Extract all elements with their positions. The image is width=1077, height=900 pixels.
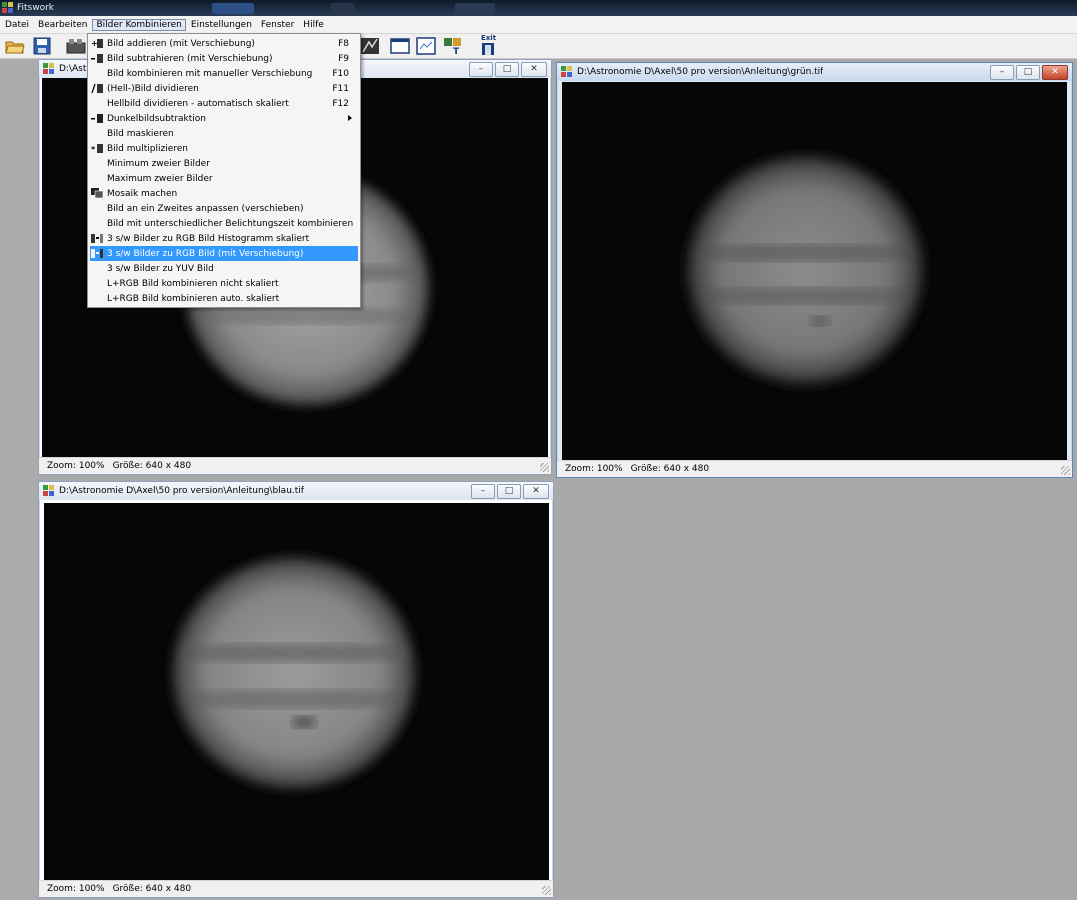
resize-grip-icon[interactable] [1061,466,1070,475]
menu-bar: Datei Bearbeiten Bilder Kombinieren Eins… [0,16,1077,34]
zoom-status: Zoom: 100% [565,464,623,474]
menu-item-dunkelbildsubtraktion[interactable]: Dunkelbildsubtraktion [90,111,358,126]
menu-item-bild-anpassen[interactable]: Bild an ein Zweites anpassen (verschiebe… [90,201,358,216]
resize-grip-icon[interactable] [542,886,551,895]
open-folder-icon[interactable] [5,37,25,55]
restore-button[interactable]: □ [495,62,519,77]
dark-frame-icon [91,114,103,123]
restore-button[interactable]: □ [1016,65,1040,80]
image-window-icon [43,63,54,74]
subtract-image-icon [91,54,103,63]
add-image-icon: + [91,39,103,48]
menu-item-lrgb-auto-skaliert[interactable]: L+RGB Bild kombinieren auto. skaliert [90,291,358,306]
menu-item-bild-multiplizieren[interactable]: * Bild multiplizieren [90,141,358,156]
camera-icon[interactable] [66,37,86,55]
menu-item-hellbild-dividieren[interactable]: Hellbild dividieren - automatisch skalie… [90,96,358,111]
app-title: Fitswork [17,3,55,13]
close-icon: ✕ [532,486,540,496]
close-button[interactable]: ✕ [521,62,547,77]
window-status-bar: Zoom: 100% Größe: 640 x 480 [39,457,551,474]
image-window-icon [43,485,54,496]
minimize-icon: – [999,67,1005,77]
restore-icon: □ [502,64,512,74]
image-window-icon[interactable] [416,37,436,55]
menu-item-bild-maskieren[interactable]: Bild maskieren [90,126,358,141]
size-status: Größe: 640 x 480 [112,884,192,894]
save-disk-icon[interactable] [32,37,52,55]
size-status: Größe: 640 x 480 [630,464,710,474]
menu-bilder-kombinieren[interactable]: Bilder Kombinieren [92,18,186,31]
window-title: D:\Astronomie D\Axel\50 pro version\Anle… [59,486,304,496]
menu-item-rgb-histogramm[interactable]: 3 s/w Bilder zu RGB Bild Histogramm skal… [90,231,358,246]
menu-item-mosaik[interactable]: Mosaik machen [90,186,358,201]
menu-fenster[interactable]: Fenster [257,19,298,31]
menu-datei[interactable]: Datei [1,19,33,31]
close-button[interactable]: ✕ [523,484,549,499]
menu-item-bild-kombinieren-manuell[interactable]: Bild kombinieren mit manueller Verschieb… [90,66,358,81]
restore-icon: □ [1023,67,1033,77]
exit-label: Exit [481,34,497,42]
window-title: D:\Astronomie D\Axel\50 pro version\Anle… [577,67,824,77]
workspace-left-strip [0,59,38,900]
image-window-green[interactable]: D:\Astronomie D\Axel\50 pro version\Anle… [556,62,1073,478]
mosaic-icon [91,188,104,199]
app-title-bar[interactable]: Fitswork [0,0,1077,16]
submenu-arrow-icon [348,115,352,121]
menu-item-bild-addieren[interactable]: + Bild addieren (mit Verschiebung) F8 [90,36,358,51]
window-view-icon[interactable] [390,37,410,55]
fitswork-app-icon [2,2,13,13]
window-caption[interactable]: D:\Astronomie D\Axel\50 pro version\Anle… [39,482,553,500]
menu-item-bild-dividieren[interactable]: (Hell-)Bild dividieren F11 [90,81,358,96]
multiply-image-icon: * [91,144,103,154]
minimize-icon: – [480,486,486,496]
background-decoration [330,3,354,14]
minimize-button[interactable]: – [469,62,493,77]
menu-item-minimum[interactable]: Minimum zweier Bilder [90,156,358,171]
restore-button[interactable]: □ [497,484,521,499]
jupiter-image [170,555,418,791]
window-caption[interactable]: D:\Astronomie D\Axel\50 pro version\Anle… [557,63,1072,81]
menu-item-bild-subtrahieren[interactable]: Bild subtrahieren (mit Verschiebung) F9 [90,51,358,66]
size-status: Größe: 640 x 480 [112,461,192,471]
zoom-status: Zoom: 100% [47,461,105,471]
rgb-combine-shift-icon [91,249,103,258]
svg-text:T: T [453,47,460,55]
window-status-bar: Zoom: 100% Größe: 640 x 480 [557,460,1072,477]
menu-item-maximum[interactable]: Maximum zweier Bilder [90,171,358,186]
image-canvas[interactable] [44,503,549,881]
restore-icon: □ [504,486,514,496]
window-status-bar: Zoom: 100% Größe: 640 x 480 [39,880,553,897]
menu-einstellungen[interactable]: Einstellungen [187,19,256,31]
jupiter-image [685,154,925,386]
text-tool-icon[interactable]: T [443,37,463,55]
minimize-button[interactable]: – [990,65,1014,80]
svg-text:*: * [91,145,96,154]
menu-bearbeiten[interactable]: Bearbeiten [34,19,91,31]
zoom-status: Zoom: 100% [47,884,105,894]
rgb-combine-icon [91,234,103,243]
image-canvas[interactable] [562,82,1067,460]
minimize-icon: – [478,64,484,74]
menu-item-lrgb-nicht-skaliert[interactable]: L+RGB Bild kombinieren nicht skaliert [90,276,358,291]
background-decoration [455,3,495,14]
image-window-icon [561,66,572,77]
close-icon: ✕ [530,64,538,74]
svg-text:+: + [91,39,98,48]
menu-hilfe[interactable]: Hilfe [299,19,327,31]
divide-image-icon [91,83,103,94]
bilder-kombinieren-menu: + Bild addieren (mit Verschiebung) F8 Bi… [87,33,361,308]
background-decoration [212,3,254,14]
close-icon: ✕ [1051,67,1059,77]
exit-icon[interactable]: Exit [478,34,498,55]
resize-grip-icon[interactable] [540,463,549,472]
minimize-button[interactable]: – [471,484,495,499]
image-window-blue[interactable]: D:\Astronomie D\Axel\50 pro version\Anle… [38,481,554,898]
histogram-tool-icon[interactable] [360,37,380,55]
menu-item-rgb-verschiebung[interactable]: 3 s/w Bilder zu RGB Bild (mit Verschiebu… [90,246,358,261]
menu-item-belichtungszeit[interactable]: Bild mit unterschiedlicher Belichtungsze… [90,216,358,231]
close-button[interactable]: ✕ [1042,65,1068,80]
menu-item-yuv[interactable]: 3 s/w Bilder zu YUV Bild [90,261,358,276]
